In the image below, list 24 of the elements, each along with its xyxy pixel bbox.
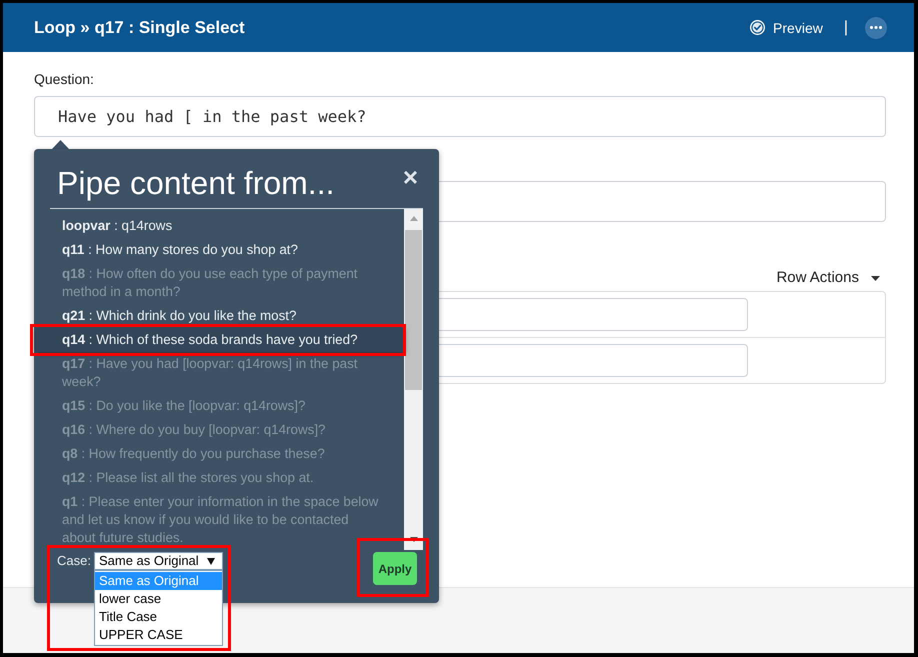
row-actions-button[interactable]: Row Actions [776, 268, 880, 288]
popover-title: Pipe content from... [57, 164, 334, 202]
caret-icon [871, 276, 880, 280]
case-option[interactable]: UPPER CASE [95, 626, 222, 644]
preview-button[interactable]: Preview [750, 18, 823, 38]
case-label: Case: [57, 552, 91, 570]
pipe-source-item[interactable]: q11 : How many stores do you shop at? [36, 238, 404, 262]
header-divider: | [844, 18, 848, 38]
pipe-source-item[interactable]: loopvar : q14rows [36, 214, 404, 238]
apply-button[interactable]: Apply [373, 552, 417, 585]
scrollbar-thumb[interactable] [405, 230, 422, 390]
scrollbar-track[interactable] [404, 209, 423, 550]
caret-icon [206, 558, 215, 564]
more-icon [870, 26, 882, 29]
case-select[interactable]: Same as Original [94, 552, 223, 570]
case-option[interactable]: Title Case [95, 608, 222, 626]
pipe-source-item[interactable]: q21 : Which drink do you like the most? [36, 304, 404, 328]
question-field[interactable]: Have you had [ in the past week? [34, 96, 886, 137]
question-label: Question: [34, 70, 94, 89]
check-circle-icon [750, 20, 766, 35]
more-button[interactable] [865, 16, 887, 38]
page-title: Loop » q17 : Single Select [34, 16, 245, 38]
close-button[interactable]: × [402, 165, 418, 189]
case-option[interactable]: lower case [95, 590, 222, 608]
